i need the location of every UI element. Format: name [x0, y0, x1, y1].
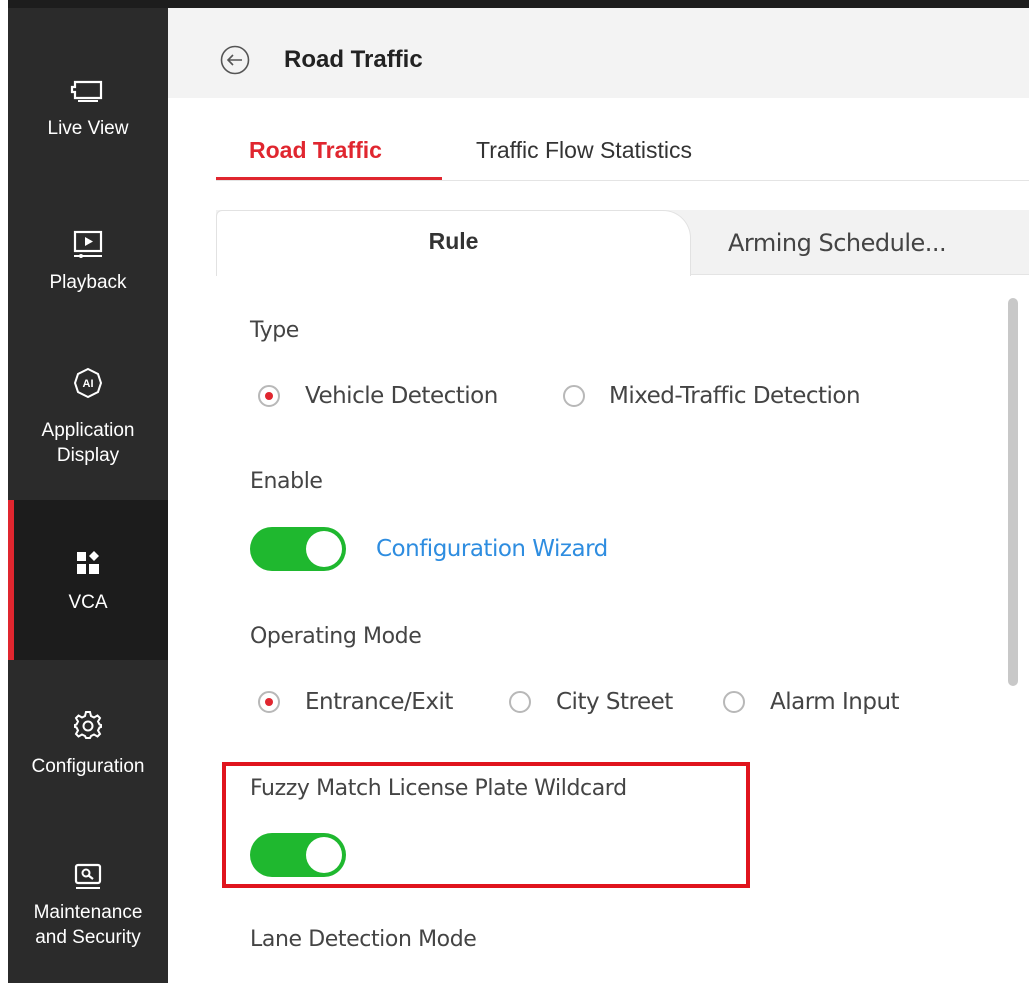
page-title: Road Traffic — [284, 46, 423, 73]
tab-bar: Road Traffic Traffic Flow Statistics — [216, 98, 1029, 181]
sidebar-item-application-display[interactable]: AI Application Display — [8, 323, 168, 500]
sidebar-item-label: Playback — [49, 272, 127, 293]
lane-detection-mode-label: Lane Detection Mode — [250, 927, 477, 952]
svg-text:AI: AI — [83, 378, 94, 390]
enable-label: Enable — [250, 469, 323, 494]
sidebar-item-label: Maintenance — [33, 902, 143, 923]
sidebar: Live View Playback AI Application Displa… — [8, 8, 168, 983]
subtab-rule-label: Rule — [428, 228, 479, 254]
subtab-rule[interactable]: Rule — [216, 210, 691, 276]
radio-entrance-exit-label[interactable]: Entrance/Exit — [305, 689, 453, 715]
radio-vehicle-detection[interactable] — [258, 385, 280, 407]
sidebar-item-playback[interactable]: Playback — [8, 158, 168, 323]
sidebar-item-live-view[interactable]: Live View — [8, 8, 168, 158]
sidebar-item-label: Configuration — [31, 756, 145, 777]
tab-active-underline — [216, 177, 442, 180]
sidebar-item-label: Display — [56, 445, 120, 466]
radio-alarm-input[interactable] — [723, 691, 745, 713]
operating-mode-label: Operating Mode — [250, 624, 422, 649]
configuration-wizard-link[interactable]: Configuration Wizard — [376, 536, 608, 562]
left-edge — [0, 0, 8, 983]
type-label: Type — [250, 318, 299, 343]
monitor-icon — [70, 78, 106, 109]
radio-mixed-traffic-detection[interactable] — [563, 385, 585, 407]
highlight-annotation-box — [222, 762, 750, 888]
vertical-scrollbar[interactable] — [1008, 298, 1018, 686]
back-arrow-icon[interactable] — [220, 45, 250, 75]
tab-road-traffic[interactable]: Road Traffic — [249, 136, 382, 164]
tab-traffic-flow-statistics[interactable]: Traffic Flow Statistics — [476, 136, 692, 164]
page-header: Road Traffic — [168, 8, 1029, 98]
maintenance-icon — [73, 862, 103, 897]
subtab-bar: Rule Arming Schedule... — [216, 210, 1029, 276]
radio-city-street[interactable] — [509, 691, 531, 713]
radio-entrance-exit[interactable] — [258, 691, 280, 713]
sidebar-item-label: VCA — [68, 592, 108, 613]
sidebar-item-configuration[interactable]: Configuration — [8, 660, 168, 820]
radio-mixed-traffic-detection-label[interactable]: Mixed-Traffic Detection — [609, 383, 861, 409]
sidebar-item-label: Live View — [47, 118, 129, 139]
radio-alarm-input-label[interactable]: Alarm Input — [770, 689, 900, 715]
enable-toggle[interactable] — [250, 527, 346, 571]
playback-icon — [72, 230, 104, 265]
gear-icon — [73, 710, 103, 745]
sidebar-item-maintenance[interactable]: Maintenance and Security — [8, 820, 168, 983]
vca-grid-icon — [76, 550, 100, 581]
radio-vehicle-detection-label[interactable]: Vehicle Detection — [305, 383, 498, 409]
sidebar-item-label: and Security — [35, 927, 141, 948]
sidebar-item-label: Application — [41, 420, 135, 441]
sidebar-item-vca[interactable]: VCA — [8, 500, 168, 660]
ai-icon: AI — [72, 367, 104, 404]
top-bar — [0, 0, 1029, 8]
subtab-arming-schedule[interactable]: Arming Schedule... — [728, 229, 947, 257]
radio-city-street-label[interactable]: City Street — [556, 689, 673, 715]
